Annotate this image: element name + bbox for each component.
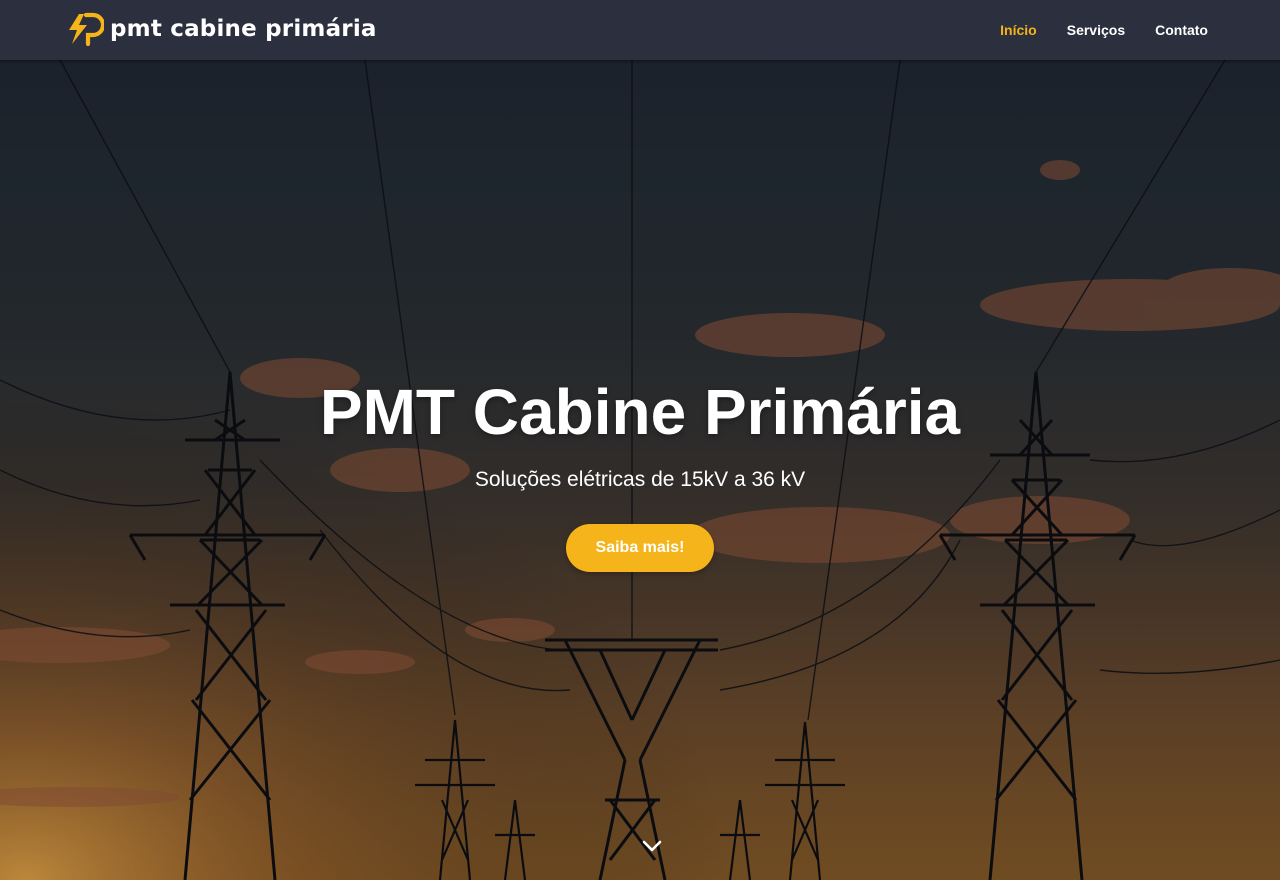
lightning-p-logo-icon (69, 12, 104, 47)
hero-subtitle: Soluções elétricas de 15kV a 36 kV (474, 468, 806, 491)
hero-content: PMT Cabine Primária Soluções elétricas d… (0, 372, 1280, 572)
nav-links: Início Serviços Contato (1000, 0, 1208, 60)
navbar: pmt cabine primária Início Serviços Cont… (0, 0, 1280, 60)
nav-link-servicos[interactable]: Serviços (1067, 22, 1125, 38)
nav-link-inicio[interactable]: Início (1000, 22, 1037, 38)
hero-title: PMT Cabine Primária (319, 376, 961, 448)
brand-logo[interactable]: pmt cabine primária (66, 11, 377, 47)
brand-name: pmt cabine primária (110, 16, 377, 42)
saiba-mais-button[interactable]: Saiba mais! (565, 524, 715, 572)
hero-section: PMT Cabine Primária Soluções elétricas d… (0, 0, 1280, 880)
chevron-down-icon[interactable] (641, 836, 663, 856)
nav-link-contato[interactable]: Contato (1155, 22, 1208, 38)
